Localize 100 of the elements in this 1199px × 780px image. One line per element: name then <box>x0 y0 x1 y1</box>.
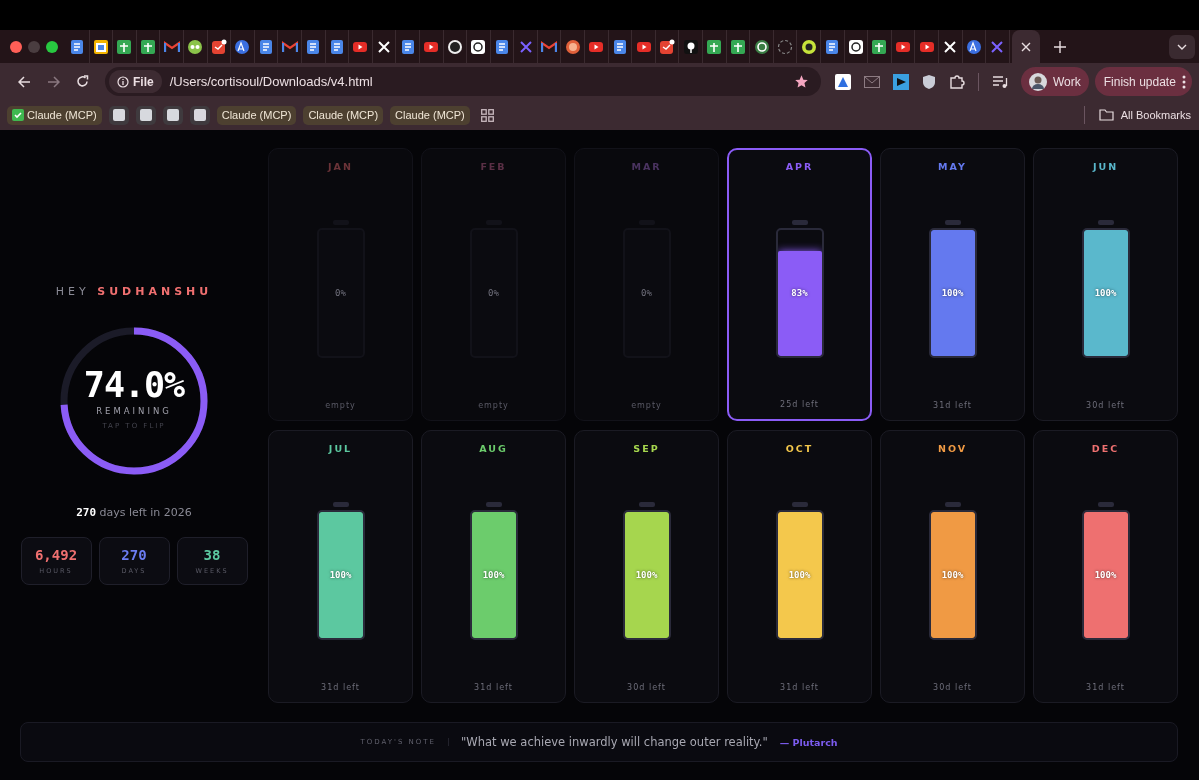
battery-percent: 83% <box>790 288 809 298</box>
month-card[interactable]: JUN 100% 30d left <box>1033 148 1178 421</box>
month-card[interactable]: DEC 100% 31d left <box>1033 430 1178 703</box>
month-name: MAY <box>938 161 967 172</box>
month-card[interactable]: MAR 0% empty <box>574 148 719 421</box>
days-left-text: 270 days left in 2026 <box>76 505 192 519</box>
bookmark-label: Claude (MCP) <box>27 109 97 121</box>
info-icon <box>117 75 129 88</box>
battery-percent: 100% <box>481 570 506 580</box>
back-icon[interactable] <box>18 75 31 88</box>
mail-icon[interactable] <box>864 75 880 88</box>
month-name: JAN <box>328 161 353 172</box>
bookmark[interactable]: Claude (MCP) <box>303 105 384 125</box>
translate-icon <box>965 38 982 55</box>
percent-remaining: 74.0% <box>83 365 185 405</box>
pin-icon <box>682 38 699 55</box>
blank-page-icon <box>166 109 179 121</box>
spreadsheet-icon <box>706 38 723 55</box>
days-left-text: 31d left <box>933 401 972 410</box>
address-bar[interactable]: File /Users/cortisoul/Downloads/v4.html <box>105 67 821 96</box>
folder-icon <box>1098 109 1114 121</box>
days-left-text: 30d left <box>627 683 666 692</box>
circle-logo-icon <box>800 38 817 55</box>
bookmark[interactable] <box>162 105 183 125</box>
stat-value: 38 <box>203 546 221 563</box>
battery-percent: 100% <box>1093 288 1118 298</box>
cross-logo-icon <box>517 38 534 55</box>
document-icon <box>494 38 510 55</box>
mail-icon <box>163 38 180 55</box>
cross-logo-icon <box>989 38 1006 55</box>
loading-icon <box>777 38 794 55</box>
battery-percent: 100% <box>787 570 812 580</box>
mail-icon <box>541 38 558 55</box>
site-info-button[interactable]: File <box>109 70 162 93</box>
zoom-window-button[interactable] <box>46 40 58 53</box>
month-card[interactable]: APR 83% 25d left <box>727 148 872 421</box>
close-icon[interactable] <box>1020 41 1031 52</box>
tab-search-button[interactable] <box>1169 34 1195 59</box>
month-name: APR <box>785 161 814 172</box>
bookmark[interactable] <box>189 105 210 125</box>
spreadsheet-icon <box>729 38 746 55</box>
quote-text: "What we achieve inwardly will change outer reality." <box>461 735 768 749</box>
battery-percent: 100% <box>328 570 353 580</box>
new-tab-icon[interactable] <box>1053 40 1066 53</box>
remaining-label: REMAINING <box>96 406 172 416</box>
month-card[interactable]: AUG 100% 31d left <box>421 430 566 703</box>
media-queue-icon[interactable] <box>992 74 1008 89</box>
owl-icon <box>187 38 204 55</box>
month-card[interactable]: NOV 100% 30d left <box>880 430 1025 703</box>
month-card[interactable]: JUL 100% 31d left <box>268 430 413 703</box>
days-left-text: 31d left <box>321 683 360 692</box>
days-left-text: 31d left <box>780 683 819 692</box>
days-left-text: 30d left <box>933 683 972 692</box>
bookmark[interactable]: Claude (MCP) <box>390 105 470 125</box>
all-bookmarks-button[interactable]: All Bookmarks <box>1083 106 1191 124</box>
days-left-text: 25d left <box>780 400 819 409</box>
reload-icon[interactable] <box>76 75 89 88</box>
bookmark[interactable]: Claude (MCP) <box>7 105 102 125</box>
battery-percent: 100% <box>1093 570 1118 580</box>
extension-icon[interactable] <box>835 73 851 90</box>
month-name: JUN <box>1092 161 1119 172</box>
days-left-text: 31d left <box>474 683 513 692</box>
month-card[interactable]: OCT 100% 31d left <box>727 430 872 703</box>
month-name: SEP <box>633 443 660 454</box>
document-icon <box>328 38 345 55</box>
days-left-text: empty <box>478 401 509 410</box>
close-window-button[interactable] <box>10 40 22 53</box>
month-name: OCT <box>785 443 814 454</box>
bookmark[interactable] <box>108 105 129 125</box>
stat-value: 270 <box>121 546 147 563</box>
blank-page-icon <box>139 109 152 121</box>
apps-icon[interactable] <box>480 108 494 122</box>
month-card[interactable]: SEP 100% 30d left <box>574 430 719 703</box>
month-card[interactable]: FEB 0% empty <box>421 148 566 421</box>
quote-author: — Plutarch <box>779 736 838 748</box>
update-button[interactable]: Finish update <box>1094 67 1192 96</box>
spreadsheet-icon <box>140 38 157 55</box>
month-name: AUG <box>479 443 508 454</box>
month-name: JUL <box>328 443 353 454</box>
checklist-icon <box>659 38 676 55</box>
month-name: FEB <box>480 161 507 172</box>
extension-icon[interactable] <box>893 73 909 90</box>
bookmark[interactable] <box>135 105 156 125</box>
document-icon <box>305 38 322 55</box>
forward-icon[interactable] <box>47 75 60 88</box>
circle-logo-icon <box>564 38 581 55</box>
month-card[interactable]: MAY 100% 31d left <box>880 148 1025 421</box>
bookmark[interactable]: Claude (MCP) <box>216 105 297 125</box>
stat-value: 6,492 <box>34 546 78 563</box>
url-text: /Users/cortisoul/Downloads/v4.html <box>169 74 374 89</box>
shield-icon[interactable] <box>922 73 936 90</box>
month-name: NOV <box>937 443 968 454</box>
more-icon <box>1181 74 1186 89</box>
puzzle-icon[interactable] <box>949 73 965 90</box>
days-left-text: empty <box>325 401 356 410</box>
month-card[interactable]: JAN 0% empty <box>268 148 413 421</box>
document-icon <box>258 38 275 55</box>
profile-button[interactable]: Work <box>1021 67 1089 96</box>
star-icon[interactable] <box>794 74 809 89</box>
blank-page-icon <box>193 109 206 121</box>
